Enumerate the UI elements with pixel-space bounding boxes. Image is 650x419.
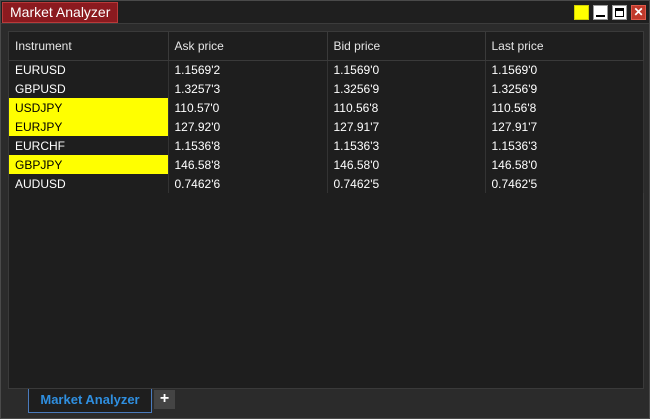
bid-price-cell[interactable]: 0.7462'5 bbox=[327, 174, 486, 193]
window-title: Market Analyzer bbox=[2, 2, 119, 23]
last-price-cell[interactable]: 1.1569'0 bbox=[485, 60, 644, 79]
column-header-instrument[interactable]: Instrument bbox=[9, 32, 169, 61]
bid-price-cell[interactable]: 1.1569'0 bbox=[327, 60, 486, 79]
close-icon[interactable]: ✕ bbox=[631, 5, 646, 20]
last-price-cell[interactable]: 110.56'8 bbox=[485, 98, 644, 117]
ask-price-cell[interactable]: 127.92'0 bbox=[168, 117, 328, 136]
market-grid: Instrument Ask price Bid price Last pric… bbox=[8, 31, 644, 389]
ask-price-cell[interactable]: 110.57'0 bbox=[168, 98, 328, 117]
table-row[interactable]: GBPJPY 146.58'8 146.58'0 146.58'0 bbox=[9, 155, 644, 174]
ask-price-cell[interactable]: 1.3257'3 bbox=[168, 79, 328, 98]
instrument-cell[interactable]: GBPJPY bbox=[9, 155, 169, 174]
instrument-cell[interactable]: AUDUSD bbox=[9, 174, 169, 193]
maximize-icon[interactable] bbox=[612, 5, 627, 20]
instrument-cell[interactable]: GBPUSD bbox=[9, 79, 169, 98]
last-price-cell[interactable]: 127.91'7 bbox=[485, 117, 644, 136]
quotes-table: Instrument Ask price Bid price Last pric… bbox=[9, 32, 644, 193]
column-header-last-price[interactable]: Last price bbox=[485, 32, 644, 61]
link-color-button[interactable] bbox=[574, 5, 589, 20]
instrument-cell[interactable]: EURJPY bbox=[9, 117, 169, 136]
table-row[interactable]: EURCHF 1.1536'8 1.1536'3 1.1536'3 bbox=[9, 136, 644, 155]
tab-bar: Market Analyzer + bbox=[1, 389, 649, 418]
instrument-cell[interactable]: USDJPY bbox=[9, 98, 169, 117]
ask-price-cell[interactable]: 0.7462'6 bbox=[168, 174, 328, 193]
column-header-ask-price[interactable]: Ask price bbox=[168, 32, 328, 61]
last-price-cell[interactable]: 1.1536'3 bbox=[485, 136, 644, 155]
bid-price-cell[interactable]: 110.56'8 bbox=[327, 98, 486, 117]
market-analyzer-window: Market Analyzer ✕ Instrument Ask price B… bbox=[0, 0, 650, 419]
bid-price-cell[interactable]: 146.58'0 bbox=[327, 155, 486, 174]
table-row[interactable]: AUDUSD 0.7462'6 0.7462'5 0.7462'5 bbox=[9, 174, 644, 193]
table-row[interactable]: GBPUSD 1.3257'3 1.3256'9 1.3256'9 bbox=[9, 79, 644, 98]
instrument-cell[interactable]: EURUSD bbox=[9, 60, 169, 79]
ask-price-cell[interactable]: 1.1569'2 bbox=[168, 60, 328, 79]
table-row[interactable]: EURJPY 127.92'0 127.91'7 127.91'7 bbox=[9, 117, 644, 136]
last-price-cell[interactable]: 146.58'0 bbox=[485, 155, 644, 174]
instrument-cell[interactable]: EURCHF bbox=[9, 136, 169, 155]
last-price-cell[interactable]: 0.7462'5 bbox=[485, 174, 644, 193]
bid-price-cell[interactable]: 1.1536'3 bbox=[327, 136, 486, 155]
last-price-cell[interactable]: 1.3256'9 bbox=[485, 79, 644, 98]
ask-price-cell[interactable]: 1.1536'8 bbox=[168, 136, 328, 155]
table-row[interactable]: EURUSD 1.1569'2 1.1569'0 1.1569'0 bbox=[9, 60, 644, 79]
header-row: Instrument Ask price Bid price Last pric… bbox=[9, 32, 644, 61]
bid-price-cell[interactable]: 1.3256'9 bbox=[327, 79, 486, 98]
title-bar[interactable]: Market Analyzer ✕ bbox=[1, 1, 649, 24]
column-header-bid-price[interactable]: Bid price bbox=[327, 32, 486, 61]
add-tab-button[interactable]: + bbox=[154, 390, 175, 409]
table-row[interactable]: USDJPY 110.57'0 110.56'8 110.56'8 bbox=[9, 98, 644, 117]
tab-market-analyzer[interactable]: Market Analyzer bbox=[28, 389, 152, 413]
ask-price-cell[interactable]: 146.58'8 bbox=[168, 155, 328, 174]
bid-price-cell[interactable]: 127.91'7 bbox=[327, 117, 486, 136]
minimize-icon[interactable] bbox=[593, 5, 608, 20]
